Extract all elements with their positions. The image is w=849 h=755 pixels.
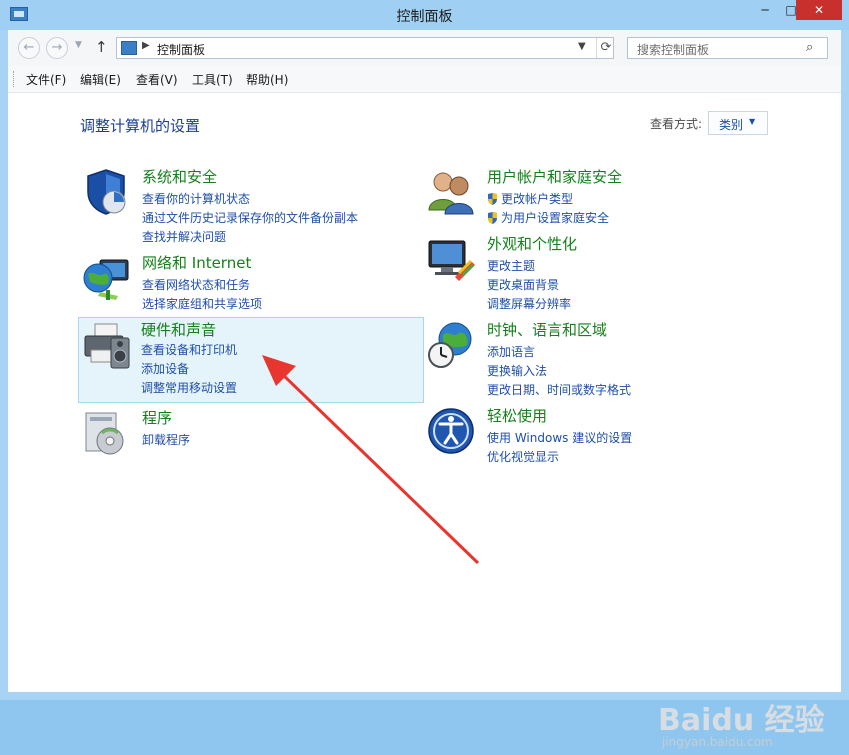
control-panel-window: 控制面板 ─ □ ✕ ← → ▼ ↑ ▶ 控制面板 ▼ ⟳ 搜索控制面板 ⌕ 文… — [0, 0, 849, 749]
watermark-url: jingyan.baidu.com — [662, 735, 773, 749]
annotation-arrow-shaft — [278, 370, 480, 565]
watermark-brand: Baidu 经验 — [658, 703, 825, 738]
annotation-arrow — [262, 355, 480, 565]
watermark: Baidu 经验 jingyan.baidu.com — [648, 695, 838, 755]
